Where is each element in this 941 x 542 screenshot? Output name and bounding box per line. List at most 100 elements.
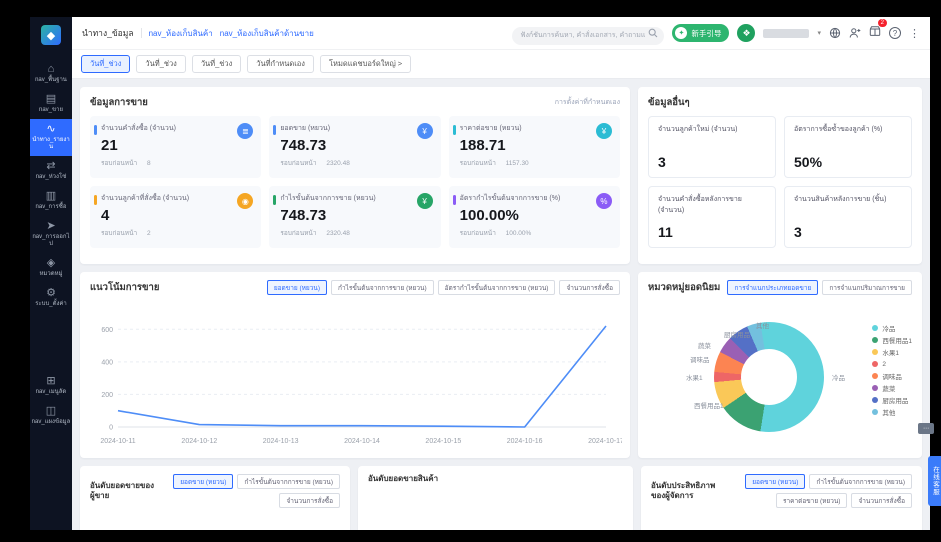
svg-text:400: 400: [101, 359, 113, 366]
rate-icon: %: [596, 193, 612, 209]
stat-value: 748.73: [280, 137, 431, 154]
stat-label: ราคาต่อขาย (หยวน): [460, 123, 611, 134]
legend-dot: [872, 337, 878, 343]
guide-icon: ✦: [675, 27, 687, 39]
stat-prev: รอบก่อนหน้า 2: [101, 228, 252, 238]
metric-sales-amount-chip[interactable]: ยอดขาย (หยวน): [267, 280, 327, 295]
tab-date-range-2[interactable]: วันที่_ช่วง: [136, 55, 185, 73]
donut-label: 调味品: [690, 354, 710, 364]
sidebar-item-datapanel[interactable]: ◫ nav_แผงข้อมูล: [30, 401, 72, 431]
donut-label: 其他: [756, 320, 769, 330]
online-support-button[interactable]: 在线客服: [928, 456, 941, 506]
legend-item[interactable]: 2: [872, 358, 912, 370]
donut-label: 蔬菜: [698, 340, 711, 350]
sidebar-item-category[interactable]: ◈ หมวดหมู่: [30, 253, 72, 283]
chevron-down-icon[interactable]: ▾: [817, 29, 821, 37]
sidebar-item-settings[interactable]: ⚙ ระบบ_ตั้งค่า: [30, 283, 72, 313]
send-icon: ➤: [30, 220, 72, 232]
stat-new-customers: จำนวนลูกค้าใหม่ (จำนวน) 3: [648, 116, 776, 178]
tab-date-range-1[interactable]: วันที่_ช่วง: [81, 55, 130, 73]
legend-dot: [872, 409, 878, 415]
stat-accent: [273, 195, 276, 205]
manager-metric-sales-chip[interactable]: ยอดขาย (หยวน): [745, 474, 805, 489]
stat-gross-profit: กำไรขั้นต้นจากการขาย (หยวน) 748.73 รอบก่…: [269, 186, 440, 248]
seller-metric-profit-chip[interactable]: กำไรขั้นต้นจากการขาย (หยวน): [237, 474, 340, 489]
manager-metric-profit-chip[interactable]: กำไรขั้นต้นจากการขาย (หยวน): [809, 474, 912, 489]
legend-item[interactable]: 冷品: [872, 322, 912, 334]
gear-icon: ⚙: [30, 287, 72, 299]
trend-line-chart: 02004006002024-10-112024-10-122024-10-13…: [88, 301, 622, 451]
svg-text:2024-10-14: 2024-10-14: [344, 438, 380, 445]
language-icon[interactable]: [829, 27, 841, 39]
sidebar-item-shortcut[interactable]: ⊞ nav_เมนูลัด: [30, 371, 72, 401]
manager-metric-orders-chip[interactable]: จำนวนการสั่งซื้อ: [851, 493, 912, 508]
breadcrumb-warehouse[interactable]: nav_ห้องเก็บสินค้า: [149, 27, 213, 40]
legend-dot: [872, 385, 878, 391]
legend-item[interactable]: 厨房用品: [872, 394, 912, 406]
collapsed-widget-button[interactable]: ⋯: [918, 423, 934, 434]
sidebar-item-sales[interactable]: ▤ nav_ขาย: [30, 89, 72, 119]
sidebar-item-purchase[interactable]: ▥ nav_การซื้อ: [30, 186, 72, 216]
legend-dot: [872, 397, 878, 403]
donut-label: 冷品: [832, 372, 845, 382]
metric-profit-rate-chip[interactable]: อัตรากำไรขั้นต้นจากการขาย (หยวน): [438, 280, 556, 295]
stat-value: 188.71: [460, 137, 611, 154]
seller-ranking-title: อันดับยอดขายของผู้ขาย: [90, 481, 156, 501]
more-icon[interactable]: ⋮: [909, 27, 920, 40]
guide-label: 新手引导: [691, 28, 721, 39]
sidebar-item-basic[interactable]: ⌂ nav_พื้นฐาน: [30, 59, 72, 89]
svg-text:2024-10-13: 2024-10-13: [263, 438, 299, 445]
custom-settings-link[interactable]: การตั้งค่าที่กำหนดเอง: [555, 97, 620, 108]
manager-metric-price-chip[interactable]: ราคาต่อขาย (หยวน): [776, 493, 848, 508]
stat-avg-price: ราคาต่อขาย (หยวน) 188.71 รอบก่อนหน้า 115…: [449, 116, 620, 178]
search-icon[interactable]: [648, 28, 658, 38]
price-icon: ¥: [596, 123, 612, 139]
category-by-quantity-chip[interactable]: การจำแนกปริมาณการขาย: [822, 280, 912, 295]
stat-profit-rate: อัตรากำไรขั้นต้นจากการขาย (%) 100.00% รอ…: [449, 186, 620, 248]
sidebar-item-chain[interactable]: ⇄ nav_ห่วงโซ่: [30, 156, 72, 186]
avatar[interactable]: ❖: [737, 24, 755, 42]
legend-item[interactable]: 西餐用品1: [872, 334, 912, 346]
stat-value: 100.00%: [460, 207, 611, 224]
stat-label: ยอดขาย (หยวน): [280, 123, 431, 134]
global-search[interactable]: [512, 24, 664, 42]
stat-label: อัตรากำไรขั้นต้นจากการขาย (%): [460, 193, 611, 204]
tab-date-custom[interactable]: วันที่กำหนดเอง: [247, 55, 314, 73]
line-chart-icon: ∿: [30, 123, 72, 135]
legend-dot: [872, 361, 878, 367]
seller-metric-orders-chip[interactable]: จำนวนการสั่งซื้อ: [279, 493, 340, 508]
stat-prev-label: รอบก่อนหน้า: [101, 230, 137, 237]
divider: [141, 28, 142, 38]
tab-date-range-3[interactable]: วันที่_ช่วง: [192, 55, 241, 73]
legend-item[interactable]: 调味品: [872, 370, 912, 382]
app-logo-icon: ◆: [41, 25, 61, 45]
trend-card-title: แนวโน้มการขาย: [90, 280, 159, 295]
stat-prev: รอบก่อนหน้า 100.00%: [460, 228, 611, 238]
breadcrumb-warehouse-sales[interactable]: nav_ห้องเก็บสินค้าด้านขาย: [220, 27, 314, 40]
category-by-amount-chip[interactable]: การจำแนกประเภทยอดขาย: [727, 280, 818, 295]
search-input[interactable]: [512, 27, 664, 45]
message-box-icon[interactable]: 2: [869, 24, 881, 42]
metric-gross-profit-chip[interactable]: กำไรขั้นต้นจากการขาย (หยวน): [331, 280, 434, 295]
sidebar-item-outbound[interactable]: ➤ nav_การออกไป: [30, 216, 72, 253]
legend-item[interactable]: 蔬菜: [872, 382, 912, 394]
categories-card-title: หมวดหมู่ยอดนิยม: [648, 280, 720, 295]
sidebar-item-dashboard[interactable]: ∿ นำทาง_รายงาน: [30, 119, 72, 156]
legend-item[interactable]: 其他: [872, 406, 912, 418]
invite-user-icon[interactable]: [849, 27, 861, 39]
home-icon: ⌂: [30, 63, 72, 75]
stat-accent: [94, 195, 97, 205]
legend-dot: [872, 373, 878, 379]
beginner-guide-button[interactable]: ✦ 新手引导: [672, 24, 729, 42]
big-screen-mode-link[interactable]: โหมดแดชบอร์ดใหญ่ >: [320, 55, 411, 73]
help-icon[interactable]: ?: [889, 27, 901, 39]
exchange-icon: ⇄: [30, 160, 72, 172]
svg-text:2024-10-12: 2024-10-12: [181, 438, 217, 445]
metric-order-count-chip[interactable]: จำนวนการสั่งซื้อ: [559, 280, 620, 295]
legend-item[interactable]: 水果1: [872, 346, 912, 358]
orders-icon: ▤: [30, 93, 72, 105]
seller-metric-sales-chip[interactable]: ยอดขาย (หยวน): [173, 474, 233, 489]
profit-icon: ¥: [417, 193, 433, 209]
stat-prev-value: 2320.48: [326, 230, 350, 237]
stat-value: 4: [101, 207, 252, 224]
